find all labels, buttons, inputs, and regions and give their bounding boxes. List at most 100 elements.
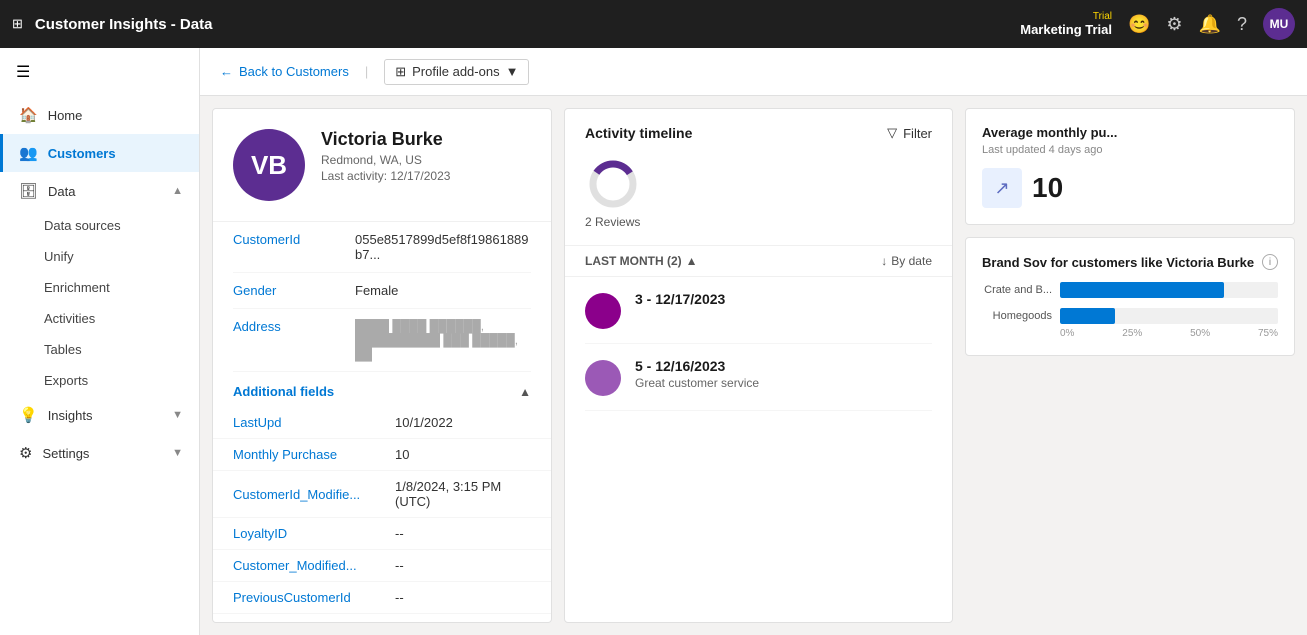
settings-chevron-icon: ▼: [172, 447, 183, 459]
sidebar-item-insights[interactable]: 💡 Insights ▼: [0, 396, 199, 434]
metric-number: 10: [1032, 172, 1063, 204]
field-row-customerid: CustomerId 055e8517899d5ef8f19861889b7..…: [233, 222, 531, 273]
app-title: Customer Insights - Data: [35, 16, 1020, 33]
sidebar-item-unify[interactable]: Unify: [44, 241, 199, 272]
customer-header: VB Victoria Burke Redmond, WA, US Last a…: [213, 109, 551, 222]
sidebar-label-data: Data: [48, 184, 162, 199]
timeline-filter-bar: LAST MONTH (2) ▲ ↓ By date: [565, 245, 952, 277]
address-value: ████ ████ ██████,██████████ ███ █████,██: [355, 319, 531, 361]
settings-sidebar-icon: ⚙: [19, 444, 32, 462]
activity-dot-0: [585, 293, 621, 329]
customer-fields: CustomerId 055e8517899d5ef8f19861889b7..…: [213, 222, 551, 372]
topbar-right: Trial Marketing Trial 😊 ⚙ 🔔 ? MU: [1020, 8, 1295, 40]
ids-header[interactable]: Ids ▲: [213, 614, 551, 623]
previous-customerid-label: PreviousCustomerId: [233, 590, 383, 605]
additional-field-customerid-modified: CustomerId_Modifie... 1/8/2024, 3:15 PM …: [213, 471, 551, 518]
sidebar-item-data-sources[interactable]: Data sources: [44, 210, 199, 241]
sort-icon: ↓: [881, 254, 887, 268]
metric-value: ↗ 10: [982, 168, 1278, 208]
additional-field-monthly-purchase: Monthly Purchase 10: [213, 439, 551, 471]
additional-field-loyaltyid: LoyaltyID --: [213, 518, 551, 550]
lastupd-label: LastUpd: [233, 415, 383, 430]
axis-label-3: 75%: [1258, 328, 1278, 339]
profile-addons-button[interactable]: ⊞ Profile add-ons ▼: [384, 59, 529, 85]
activity-timeline-viz: 2 Reviews: [565, 141, 952, 245]
bar-fill-0: [1060, 282, 1224, 298]
field-row-address: Address ████ ████ ██████,██████████ ███ …: [233, 309, 531, 372]
sidebar-item-settings[interactable]: ⚙ Settings ▼: [0, 434, 199, 472]
additional-fields-chevron-icon: ▲: [519, 385, 531, 399]
sidebar-item-customers[interactable]: 👥 Customers: [0, 134, 199, 172]
sidebar-item-home[interactable]: 🏠 Home: [0, 96, 199, 134]
filter-button[interactable]: ▽ Filter: [887, 125, 932, 141]
avatar[interactable]: MU: [1263, 8, 1295, 40]
timeline-donut-container: 2 Reviews: [585, 157, 640, 229]
activity-timeline-title: Activity timeline: [585, 125, 692, 141]
sidebar-label-insights: Insights: [48, 408, 162, 423]
brand-sov-info-icon[interactable]: i: [1262, 254, 1278, 270]
monthly-purchase-value: 10: [395, 447, 409, 462]
filter-label: Filter: [903, 126, 932, 141]
back-arrow-icon: ←: [220, 64, 233, 79]
brand-sov-title-row: Brand Sov for customers like Victoria Bu…: [982, 254, 1278, 270]
activity-details-0: 3 - 12/17/2023: [635, 291, 932, 307]
customerid-label: CustomerId: [233, 232, 343, 247]
metric-card-title: Average monthly pu...: [982, 125, 1278, 140]
trial-label: Trial: [1093, 11, 1112, 22]
sidebar-item-exports[interactable]: Exports: [44, 365, 199, 396]
customerid-modified-label: CustomerId_Modifie...: [233, 487, 383, 502]
grid-icon[interactable]: ⊞: [12, 16, 23, 32]
data-icon: 🗄: [19, 182, 38, 200]
activity-item-1: 5 - 12/16/2023 Great customer service: [585, 344, 932, 411]
bar-fill-1: [1060, 308, 1115, 324]
bar-label-1: Homegoods: [982, 310, 1052, 322]
settings-icon[interactable]: ⚙: [1166, 14, 1182, 35]
insights-icon: 💡: [19, 406, 38, 424]
loyaltyid-value: --: [395, 526, 404, 541]
loyaltyid-label: LoyaltyID: [233, 526, 383, 541]
sidebar-item-tables[interactable]: Tables: [44, 334, 199, 365]
period-label[interactable]: LAST MONTH (2) ▲: [585, 254, 698, 268]
bar-track-1: [1060, 308, 1278, 324]
bell-icon[interactable]: 🔔: [1199, 14, 1221, 35]
customerid-modified-value: 1/8/2024, 3:15 PM (UTC): [395, 479, 531, 509]
additional-field-customer-modified: Customer_Modified... --: [213, 550, 551, 582]
profile-addons-chevron-icon: ▼: [506, 64, 519, 79]
help-icon[interactable]: ?: [1237, 14, 1247, 35]
breadcrumb-bar: ← Back to Customers | ⊞ Profile add-ons …: [200, 48, 1307, 96]
emoji-icon[interactable]: 😊: [1128, 14, 1150, 35]
sidebar-label-customers: Customers: [48, 146, 183, 161]
additional-fields-list: LastUpd 10/1/2022 Monthly Purchase 10 Cu…: [213, 407, 551, 614]
home-icon: 🏠: [19, 106, 38, 124]
sort-by-date-button[interactable]: ↓ By date: [881, 254, 932, 268]
period-chevron-icon: ▲: [686, 254, 698, 268]
breadcrumb-divider: |: [365, 64, 368, 79]
sidebar-item-activities[interactable]: Activities: [44, 303, 199, 334]
customer-modified-label: Customer_Modified...: [233, 558, 383, 573]
metric-card: Average monthly pu... Last updated 4 day…: [965, 108, 1295, 225]
bar-axis: 0% 25% 50% 75%: [982, 328, 1278, 339]
activity-dot-1: [585, 360, 621, 396]
lastupd-value: 10/1/2022: [395, 415, 453, 430]
period-text: LAST MONTH (2): [585, 254, 682, 268]
activity-note-1: Great customer service: [635, 376, 932, 390]
activity-header: Activity timeline ▽ Filter: [565, 109, 952, 141]
activity-details-1: 5 - 12/16/2023 Great customer service: [635, 358, 932, 390]
gender-value: Female: [355, 283, 531, 298]
hamburger-menu[interactable]: ☰: [0, 48, 199, 96]
back-to-customers-button[interactable]: ← Back to Customers: [220, 64, 349, 79]
customer-avatar: VB: [233, 129, 305, 201]
additional-fields-header[interactable]: Additional fields ▲: [213, 372, 551, 407]
customer-modified-value: --: [395, 558, 404, 573]
sidebar-item-data[interactable]: 🗄 Data ▲: [0, 172, 199, 210]
customer-content: VB Victoria Burke Redmond, WA, US Last a…: [200, 96, 1307, 635]
monthly-purchase-label: Monthly Purchase: [233, 447, 383, 462]
profile-addons-icon: ⊞: [395, 64, 406, 80]
brand-sov-title: Brand Sov for customers like Victoria Bu…: [982, 255, 1254, 270]
gender-label: Gender: [233, 283, 343, 298]
axis-label-1: 25%: [1122, 328, 1142, 339]
content-area: ← Back to Customers | ⊞ Profile add-ons …: [200, 48, 1307, 635]
bar-track-0: [1060, 282, 1278, 298]
sidebar-item-enrichment[interactable]: Enrichment: [44, 272, 199, 303]
customer-name: Victoria Burke: [321, 129, 450, 150]
